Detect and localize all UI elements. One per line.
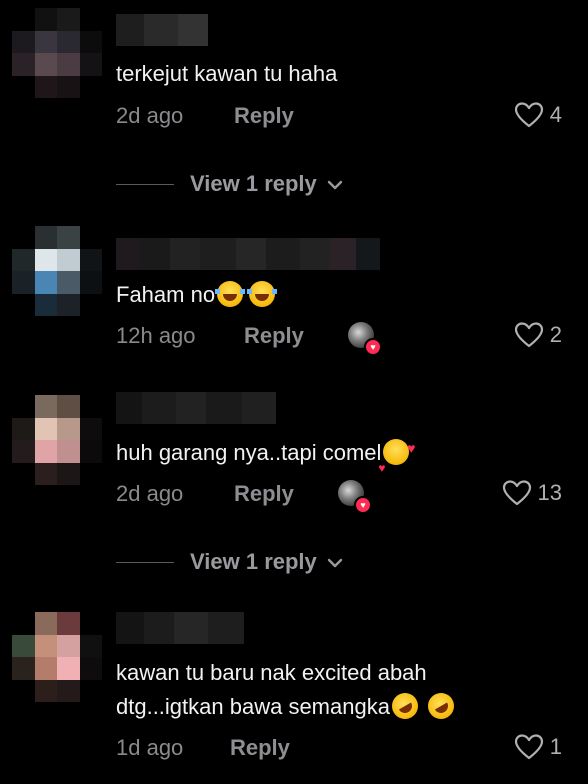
comment-text: dtg...igtkan bawa semangka <box>116 688 459 724</box>
divider-line <box>116 183 174 185</box>
comment-text: kawan tu baru nak excited abah <box>116 656 427 690</box>
comments-list: terkejut kawan tu haha 2d ago Reply 4 Vi… <box>0 0 588 784</box>
heart-outline-icon <box>514 322 543 348</box>
view-replies-label: View 1 reply <box>190 549 317 574</box>
reply-button[interactable]: Reply <box>230 735 290 761</box>
reply-button[interactable]: Reply <box>244 323 304 349</box>
like-button[interactable]: 4 <box>514 101 562 129</box>
tears-of-joy-emoji-icon <box>247 281 278 307</box>
heart-outline-icon <box>502 480 531 506</box>
comment-time: 2d ago <box>116 481 184 506</box>
avatar[interactable] <box>12 395 102 485</box>
reply-button[interactable]: Reply <box>234 481 294 507</box>
username-blurred[interactable] <box>116 14 208 46</box>
view-replies-label: View 1 reply <box>190 171 317 196</box>
comment-text-line: kawan tu baru nak excited abah <box>116 660 427 685</box>
comment-text-line: dtg...igtkan bawa semangka <box>116 694 390 719</box>
comment-text-content: Faham no <box>116 282 216 307</box>
heart-badge-icon: ♥ <box>364 338 382 356</box>
heart-badge-icon: ♥ <box>354 496 372 514</box>
like-button[interactable]: 1 <box>514 733 562 761</box>
comment-text: Faham no <box>116 278 278 312</box>
reply-button[interactable]: Reply <box>234 103 294 129</box>
divider-line <box>116 561 174 563</box>
chevron-down-icon <box>327 171 343 197</box>
username-blurred[interactable] <box>116 392 276 424</box>
view-replies-button[interactable]: View 1 reply <box>116 171 343 197</box>
avatar[interactable] <box>12 226 102 316</box>
comment-time: 2d ago <box>116 103 184 128</box>
creator-liked-badge: ♥ <box>338 480 372 514</box>
comment-text: huh garang nya..tapi comel <box>116 431 415 485</box>
rolling-laughing-emoji-icon <box>387 688 423 724</box>
username-blurred[interactable] <box>116 238 380 270</box>
chevron-down-icon <box>327 549 343 575</box>
smiling-face-with-hearts-emoji-icon <box>378 431 415 485</box>
like-count: 4 <box>549 102 562 127</box>
comment-time: 12h ago <box>116 323 196 348</box>
creator-liked-badge: ♥ <box>348 322 382 356</box>
view-replies-button[interactable]: View 1 reply <box>116 549 343 575</box>
comment-time: 1d ago <box>116 735 184 760</box>
like-button[interactable]: 2 <box>514 321 562 349</box>
avatar[interactable] <box>12 612 102 702</box>
username-blurred[interactable] <box>116 612 244 644</box>
like-count: 2 <box>549 322 562 347</box>
heart-outline-icon <box>514 734 543 760</box>
comment-text-content: huh garang nya..tapi comel <box>116 440 382 465</box>
heart-outline-icon <box>514 102 543 128</box>
like-count: 13 <box>537 480 562 505</box>
like-button[interactable]: 13 <box>502 479 562 507</box>
avatar[interactable] <box>12 8 102 98</box>
like-count: 1 <box>549 734 562 759</box>
tears-of-joy-emoji-icon <box>215 281 246 307</box>
comment-text: terkejut kawan tu haha <box>116 61 338 86</box>
rolling-laughing-emoji-icon <box>423 688 459 724</box>
